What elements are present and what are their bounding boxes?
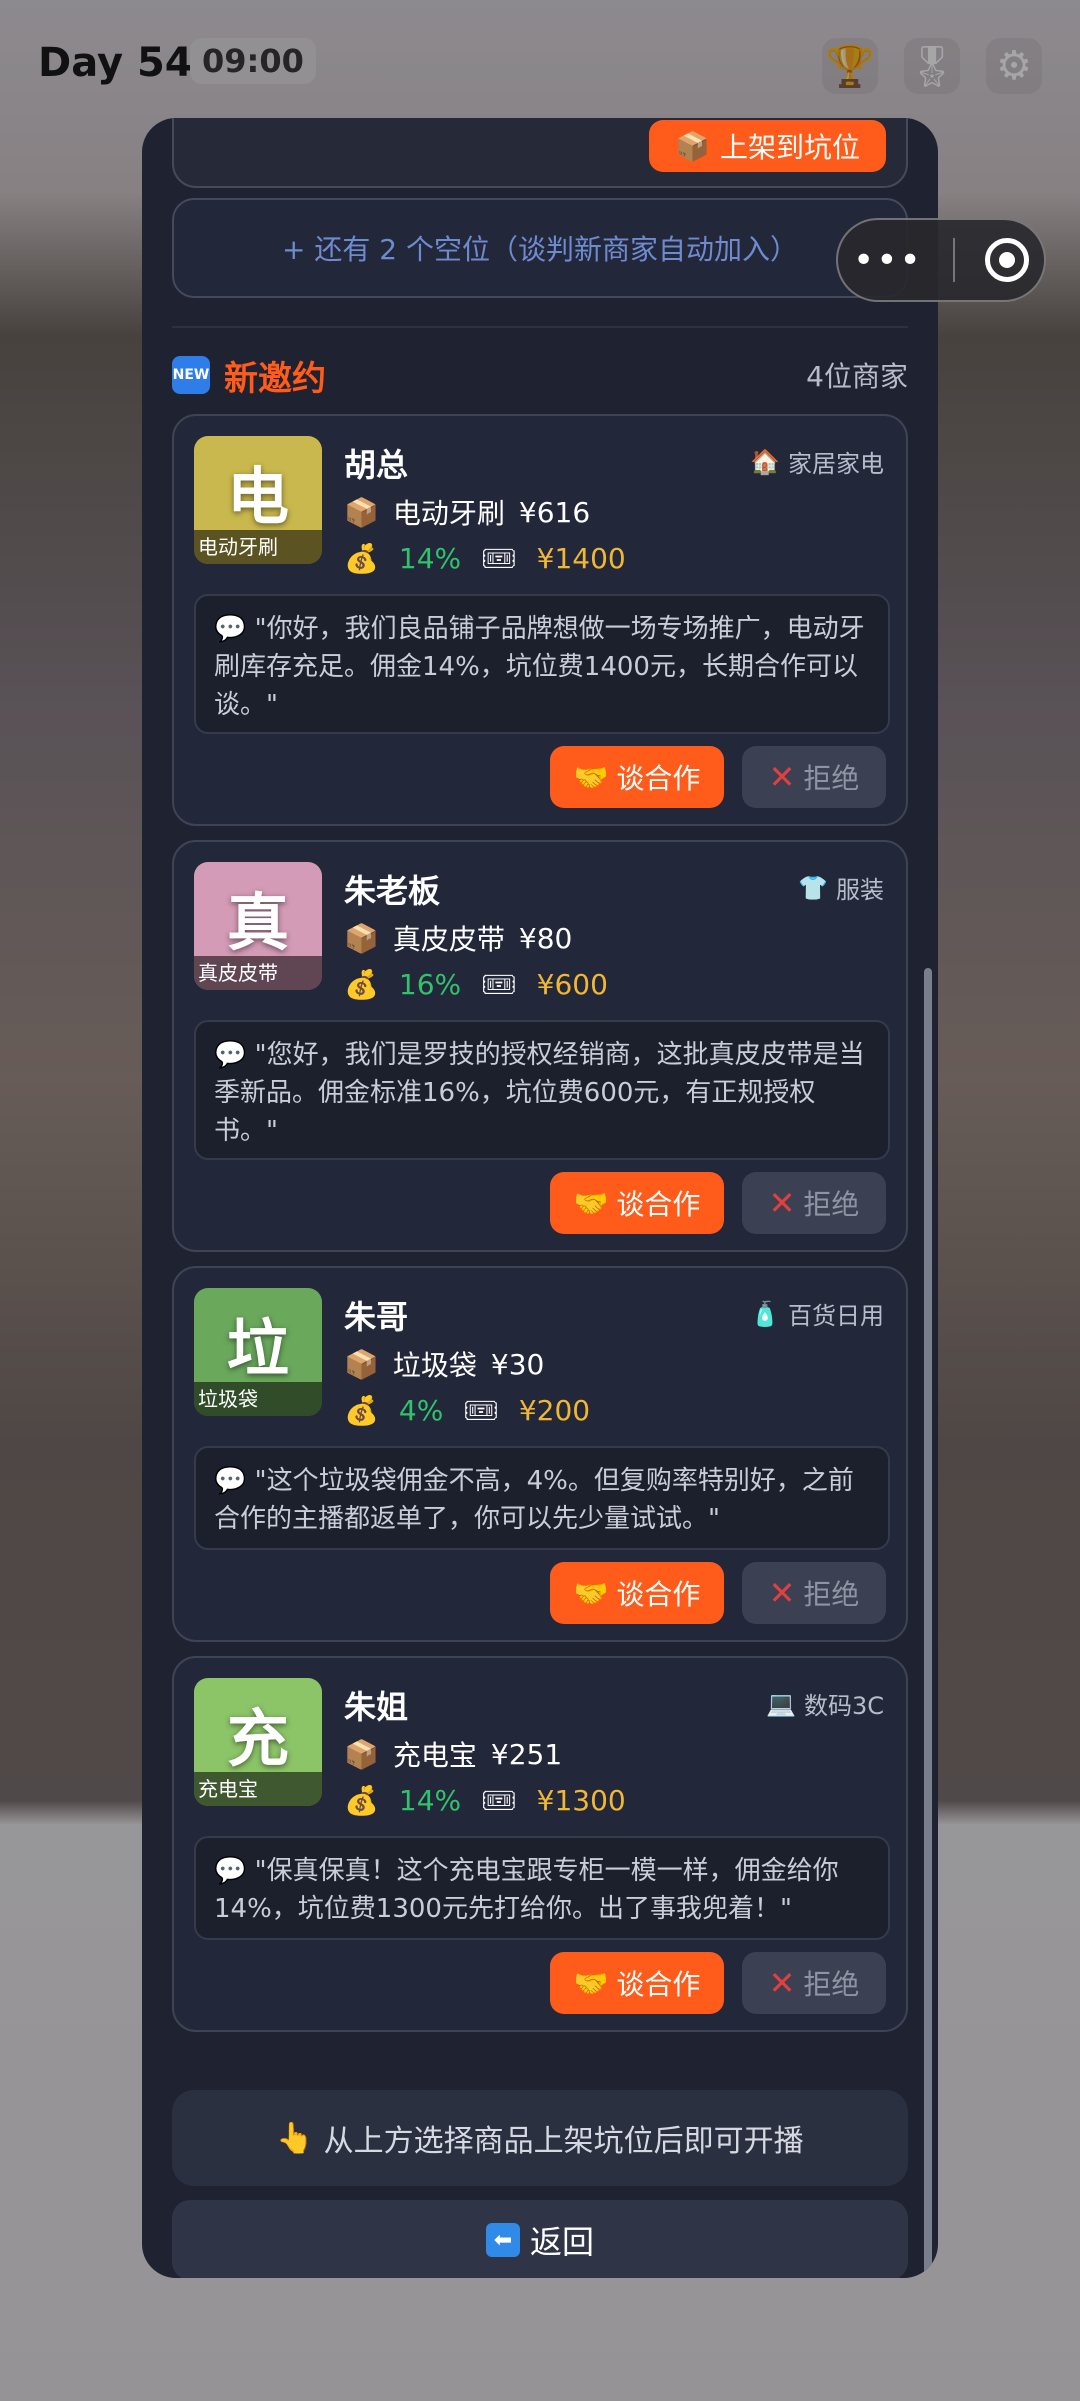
close-icon: ✕: [768, 1574, 796, 1612]
new-badge-icon: NEW: [172, 356, 210, 394]
ticket-icon: 🎟: [481, 1784, 517, 1817]
negotiate-button[interactable]: 🤝 谈合作: [550, 1172, 724, 1234]
deal-stats: 💰 16% 🎟 ¥600: [344, 968, 608, 1001]
merchant-card: 真 真皮皮带 朱老板 👕 服装 📦 真皮皮带 ¥80 💰 16% 🎟 ¥600 💬 "您好…: [172, 840, 908, 1252]
action-row: 🤝 谈合作 ✕ 拒绝: [550, 1562, 886, 1624]
handshake-icon: 🤝: [573, 1576, 609, 1610]
pointing-hand-icon: 👆: [276, 2120, 314, 2156]
modal-scroll[interactable]: 📦 上架到坑位 + 还有 2 个空位（谈判新商家自动加入） NEW 新邀约 4位…: [142, 118, 938, 2278]
bottle-icon: 🧴: [750, 1299, 780, 1328]
money-bag-icon: 💰: [344, 542, 379, 575]
more-icon[interactable]: •••: [853, 240, 923, 281]
category-label: 💻 数码3C: [766, 1689, 884, 1721]
product-info: 📦 真皮皮带 ¥80: [344, 921, 573, 957]
reject-button[interactable]: ✕ 拒绝: [742, 746, 886, 808]
slot-card: 📦 上架到坑位: [172, 118, 908, 188]
action-row: 🤝 谈合作 ✕ 拒绝: [550, 746, 886, 808]
money-bag-icon: 💰: [344, 1394, 379, 1427]
merchant-name: 朱哥: [344, 1298, 409, 1336]
merchant-name: 胡总: [344, 446, 409, 484]
product-thumbnail: 充 充电宝: [194, 1678, 322, 1806]
merchant-card: 电 电动牙刷 胡总 🏠 家居家电 📦 电动牙刷 ¥616 💰 14% 🎟 ¥1400 💬 …: [172, 414, 908, 826]
shelf-button[interactable]: 📦 上架到坑位: [649, 120, 886, 172]
product-thumbnail: 真 真皮皮带: [194, 862, 322, 990]
reject-button[interactable]: ✕ 拒绝: [742, 1172, 886, 1234]
negotiate-button[interactable]: 🤝 谈合作: [550, 1562, 724, 1624]
shirt-icon: 👕: [798, 873, 828, 902]
merchant-modal: 📦 上架到坑位 + 还有 2 个空位（谈判新商家自动加入） NEW 新邀约 4位…: [142, 118, 938, 2278]
box-icon: 📦: [675, 129, 710, 163]
close-icon: ✕: [768, 1964, 796, 2002]
negotiate-button[interactable]: 🤝 谈合作: [550, 746, 724, 808]
product-info: 📦 充电宝 ¥251: [344, 1737, 563, 1773]
scrollbar[interactable]: [924, 968, 932, 2278]
merchant-quote: 💬 "这个垃圾袋佣金不高，4%。但复购率特别好，之前合作的主播都返单了，你可以先…: [194, 1446, 890, 1550]
money-bag-icon: 💰: [344, 1784, 379, 1817]
handshake-icon: 🤝: [573, 760, 609, 794]
negotiate-button[interactable]: 🤝 谈合作: [550, 1952, 724, 2014]
laptop-icon: 💻: [766, 1689, 796, 1718]
money-bag-icon: 💰: [344, 968, 379, 1001]
merchant-quote: 💬 "您好，我们是罗技的授权经销商，这批真皮皮带是当季新品。佣金标准16%，坑位…: [194, 1020, 890, 1160]
merchant-count: 4位商家: [806, 360, 908, 393]
back-button[interactable]: ⬅ 返回: [172, 2200, 908, 2278]
close-icon: ✕: [768, 1184, 796, 1222]
ticket-icon: 🎟: [481, 542, 517, 575]
category-label: 🏠 家居家电: [750, 447, 884, 479]
home-icon: 🏠: [750, 447, 780, 476]
category-label: 👕 服装: [798, 873, 884, 905]
deal-stats: 💰 4% 🎟 ¥200: [344, 1394, 591, 1427]
merchant-name: 朱姐: [344, 1688, 409, 1726]
merchant-name: 朱老板: [344, 872, 441, 910]
merchant-card: 充 充电宝 朱姐 💻 数码3C 📦 充电宝 ¥251 💰 14% 🎟 ¥1300 💬 "保…: [172, 1656, 908, 2032]
action-row: 🤝 谈合作 ✕ 拒绝: [550, 1952, 886, 2014]
product-info: 📦 电动牙刷 ¥616: [344, 495, 591, 531]
handshake-icon: 🤝: [573, 1186, 609, 1220]
box-icon: 📦: [344, 1737, 379, 1771]
section-header: NEW 新邀约 4位商家: [172, 350, 908, 400]
product-thumbnail: 电 电动牙刷: [194, 436, 322, 564]
reject-button[interactable]: ✕ 拒绝: [742, 1952, 886, 2014]
box-icon: 📦: [344, 1347, 379, 1381]
close-icon: ✕: [768, 758, 796, 796]
divider: [172, 326, 908, 328]
box-icon: 📦: [344, 495, 379, 529]
empty-slots[interactable]: + 还有 2 个空位（谈判新商家自动加入）: [172, 198, 908, 298]
box-icon: 📦: [344, 921, 379, 955]
section-title: 新邀约: [224, 358, 326, 399]
product-thumbnail: 垃 垃圾袋: [194, 1288, 322, 1416]
merchant-card: 垃 垃圾袋 朱哥 🧴 百货日用 📦 垃圾袋 ¥30 💰 4% 🎟 ¥200 💬 "这个垃圾…: [172, 1266, 908, 1642]
deal-stats: 💰 14% 🎟 ¥1400: [344, 542, 626, 575]
action-row: 🤝 谈合作 ✕ 拒绝: [550, 1172, 886, 1234]
merchant-quote: 💬 "你好，我们良品铺子品牌想做一场专场推广，电动牙刷库存充足。佣金14%，坑位…: [194, 594, 890, 734]
handshake-icon: 🤝: [573, 1966, 609, 2000]
mini-program-capsule: •••: [836, 218, 1046, 302]
deal-stats: 💰 14% 🎟 ¥1300: [344, 1784, 626, 1817]
category-label: 🧴 百货日用: [750, 1299, 884, 1331]
close-target-icon[interactable]: [984, 238, 1029, 282]
hint-banner: 👆 从上方选择商品上架坑位后即可开播: [172, 2090, 908, 2186]
reject-button[interactable]: ✕ 拒绝: [742, 1562, 886, 1624]
merchant-quote: 💬 "保真保真！这个充电宝跟专柜一模一样，佣金给你14%，坑位费1300元先打给…: [194, 1836, 890, 1940]
ticket-icon: 🎟: [463, 1394, 499, 1427]
product-info: 📦 垃圾袋 ¥30: [344, 1347, 545, 1383]
back-arrow-icon: ⬅: [485, 2223, 520, 2257]
ticket-icon: 🎟: [481, 968, 517, 1001]
